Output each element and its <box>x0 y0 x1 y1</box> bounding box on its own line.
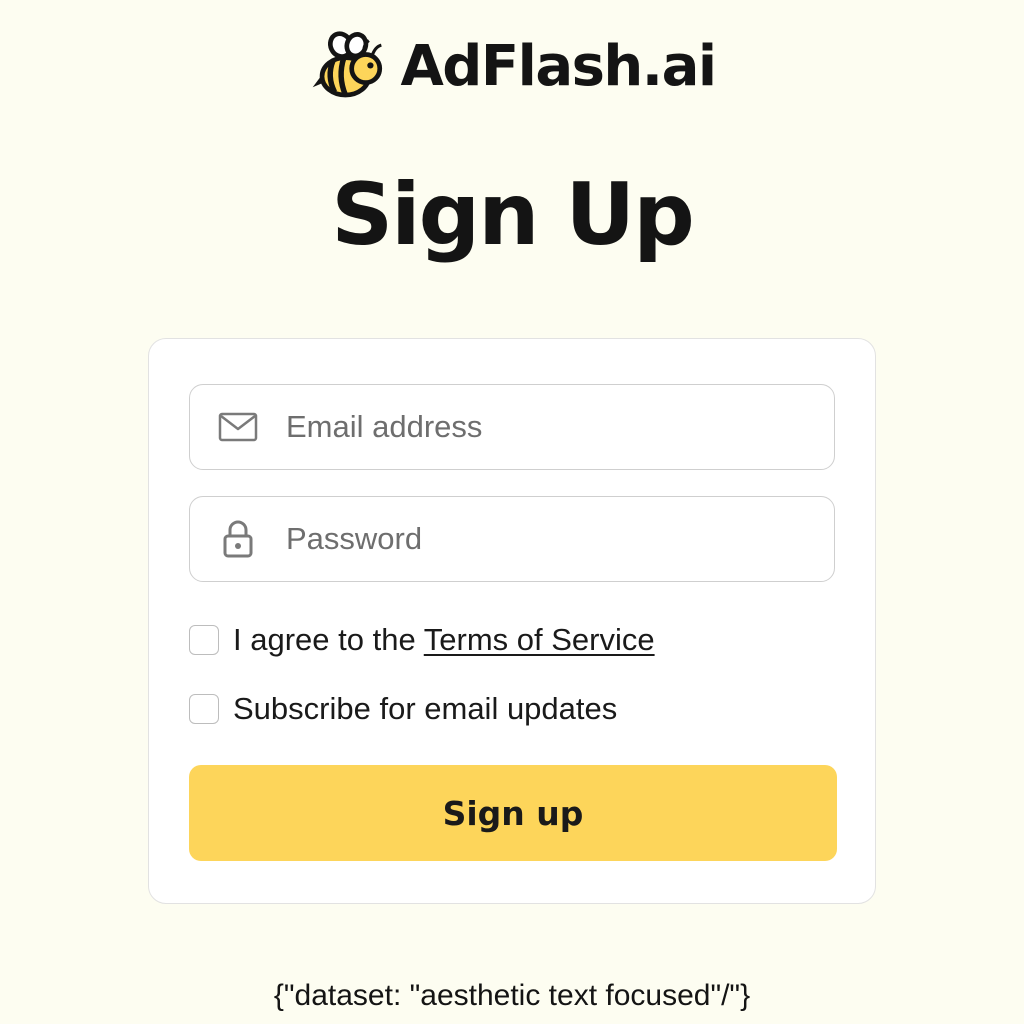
terms-row: I agree to the Terms of Service <box>189 622 655 658</box>
footer-note: {"dataset: "aesthetic text focused"/"} <box>273 979 751 1012</box>
sign-up-button[interactable]: Sign up <box>189 765 837 861</box>
terms-label: I agree to the Terms of Service <box>233 622 655 658</box>
password-field[interactable] <box>189 496 835 582</box>
terms-checkbox[interactable] <box>189 625 219 655</box>
brand-name: AdFlash.ai <box>400 34 717 99</box>
mail-icon <box>190 412 286 442</box>
password-input[interactable] <box>286 521 806 557</box>
bee-icon <box>313 31 383 98</box>
brand: AdFlash.ai <box>0 28 1024 106</box>
subscribe-label: Subscribe for email updates <box>233 691 618 726</box>
subscribe-row: Subscribe for email updates <box>189 691 617 727</box>
email-field[interactable] <box>189 384 835 470</box>
signup-card: I agree to the Terms of Service Subscrib… <box>148 338 876 904</box>
subscribe-checkbox[interactable] <box>189 694 219 724</box>
lock-icon <box>190 519 286 559</box>
email-input[interactable] <box>286 409 806 445</box>
terms-of-service-link[interactable]: Terms of Service <box>424 622 655 657</box>
page-title: Sign Up <box>331 165 695 265</box>
terms-label-prefix: I agree to the <box>233 622 424 657</box>
